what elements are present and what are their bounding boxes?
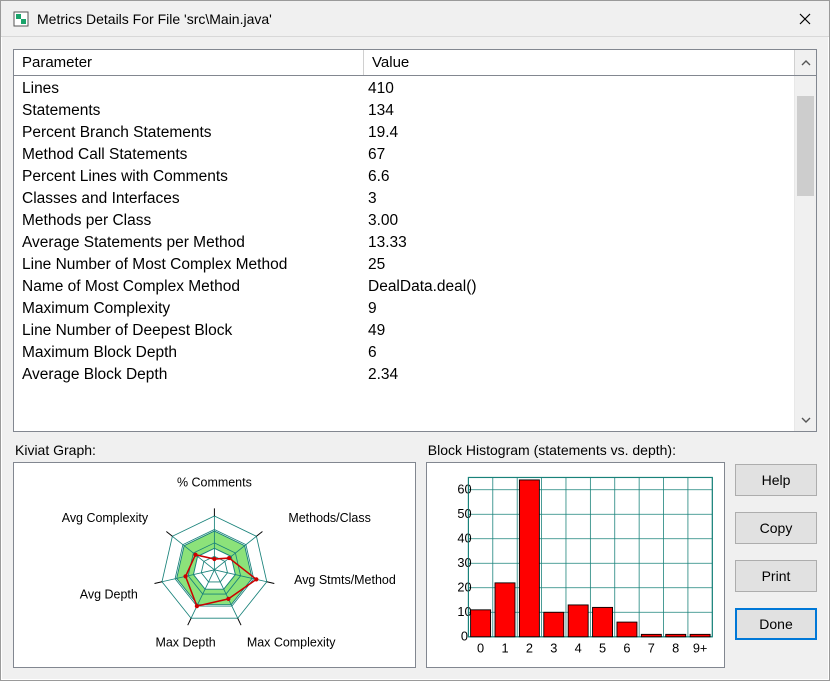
svg-text:60: 60	[457, 482, 471, 497]
svg-text:8: 8	[672, 641, 679, 656]
window: Metrics Details For File 'src\Main.java'…	[0, 0, 830, 681]
cell-parameter: Line Number of Deepest Block	[14, 320, 364, 342]
window-close-button[interactable]	[783, 4, 827, 34]
svg-text:9+: 9+	[693, 641, 708, 656]
column-header-value[interactable]: Value	[364, 50, 794, 75]
cell-parameter: Maximum Block Depth	[14, 342, 364, 364]
svg-text:4: 4	[574, 641, 581, 656]
table-row[interactable]: Method Call Statements67	[14, 144, 794, 166]
table-row[interactable]: Percent Lines with Comments6.6	[14, 166, 794, 188]
cell-parameter: Percent Branch Statements	[14, 122, 364, 144]
lower-panels: Kiviat Graph: % Comments Methods/Class Avg…	[13, 440, 817, 668]
cell-value: 19.4	[364, 122, 794, 144]
table-row[interactable]: Lines410	[14, 78, 794, 100]
table-row[interactable]: Percent Branch Statements19.4	[14, 122, 794, 144]
window-title: Metrics Details For File 'src\Main.java'	[37, 11, 783, 27]
table-row[interactable]: Classes and Interfaces3	[14, 188, 794, 210]
titlebar: Metrics Details For File 'src\Main.java'	[1, 1, 829, 37]
table-row[interactable]: Name of Most Complex MethodDealData.deal…	[14, 276, 794, 298]
vertical-scrollbar[interactable]	[794, 76, 816, 431]
side-buttons: Help Copy Print Done	[735, 440, 817, 668]
svg-text:Max Complexity: Max Complexity	[247, 636, 336, 650]
table-header: Parameter Value	[14, 50, 816, 76]
close-icon	[799, 13, 811, 25]
kiviat-label: Kiviat Graph:	[15, 442, 416, 458]
svg-text:50: 50	[457, 506, 471, 521]
cell-value: DealData.deal()	[364, 276, 794, 298]
table-body: Lines410Statements134Percent Branch Stat…	[14, 76, 794, 431]
svg-text:% Comments: % Comments	[177, 475, 252, 489]
histogram-label: Block Histogram (statements vs. depth):	[428, 442, 725, 458]
table-row[interactable]: Maximum Complexity9	[14, 298, 794, 320]
column-header-parameter[interactable]: Parameter	[14, 50, 364, 75]
table-row[interactable]: Methods per Class3.00	[14, 210, 794, 232]
cell-value: 410	[364, 78, 794, 100]
svg-text:7: 7	[648, 641, 655, 656]
cell-value: 6	[364, 342, 794, 364]
kiviat-panel: % Comments Methods/Class Avg Stmts/Method M…	[13, 462, 416, 668]
svg-text:0: 0	[461, 629, 468, 644]
svg-text:5: 5	[599, 641, 606, 656]
svg-text:2: 2	[526, 641, 533, 656]
svg-text:3: 3	[550, 641, 557, 656]
cell-value: 9	[364, 298, 794, 320]
cell-value: 25	[364, 254, 794, 276]
cell-value: 67	[364, 144, 794, 166]
cell-parameter: Percent Lines with Comments	[14, 166, 364, 188]
histogram-panel: 0 10 20 30 40 50 60 0 1 2 3 4 5 6 7 8 9+	[426, 462, 725, 668]
svg-text:0: 0	[477, 641, 484, 656]
cell-value: 49	[364, 320, 794, 342]
print-button[interactable]: Print	[735, 560, 817, 592]
table-row[interactable]: Line Number of Most Complex Method25	[14, 254, 794, 276]
svg-text:Avg Complexity: Avg Complexity	[62, 511, 149, 525]
table-row[interactable]: Maximum Block Depth6	[14, 342, 794, 364]
cell-parameter: Methods per Class	[14, 210, 364, 232]
svg-text:Max Depth: Max Depth	[155, 636, 215, 650]
cell-parameter: Classes and Interfaces	[14, 188, 364, 210]
svg-text:30: 30	[457, 555, 471, 570]
cell-value: 6.6	[364, 166, 794, 188]
done-button[interactable]: Done	[735, 608, 817, 640]
kiviat-group: Kiviat Graph: % Comments Methods/Class Avg…	[13, 440, 416, 668]
cell-parameter: Maximum Complexity	[14, 298, 364, 320]
table-row[interactable]: Average Block Depth2.34	[14, 364, 794, 386]
help-button[interactable]: Help	[735, 464, 817, 496]
cell-parameter: Average Statements per Method	[14, 232, 364, 254]
chevron-up-icon	[801, 58, 811, 68]
cell-value: 3.00	[364, 210, 794, 232]
svg-text:Methods/Class: Methods/Class	[288, 511, 370, 525]
scroll-up-button[interactable]	[794, 50, 816, 75]
histogram-group: Block Histogram (statements vs. depth): …	[426, 440, 725, 668]
svg-text:Avg Depth: Avg Depth	[80, 588, 138, 602]
app-icon	[13, 11, 29, 27]
cell-value: 13.33	[364, 232, 794, 254]
scroll-down-button[interactable]	[795, 409, 816, 431]
table-row[interactable]: Average Statements per Method13.33	[14, 232, 794, 254]
svg-text:6: 6	[623, 641, 630, 656]
svg-text:1: 1	[501, 641, 508, 656]
cell-parameter: Method Call Statements	[14, 144, 364, 166]
svg-text:20: 20	[457, 580, 471, 595]
cell-parameter: Statements	[14, 100, 364, 122]
cell-parameter: Name of Most Complex Method	[14, 276, 364, 298]
svg-text:40: 40	[457, 531, 471, 546]
table-row[interactable]: Line Number of Deepest Block49	[14, 320, 794, 342]
cell-value: 2.34	[364, 364, 794, 386]
metrics-table: Parameter Value Lines410Statements134Per…	[13, 49, 817, 432]
svg-text:Avg Stmts/Method: Avg Stmts/Method	[294, 573, 396, 587]
svg-text:10: 10	[457, 604, 471, 619]
cell-parameter: Average Block Depth	[14, 364, 364, 386]
cell-value: 3	[364, 188, 794, 210]
chevron-down-icon	[801, 415, 811, 425]
kiviat-chart: % Comments Methods/Class Avg Stmts/Method M…	[20, 469, 409, 661]
cell-parameter: Lines	[14, 78, 364, 100]
client-area: Parameter Value Lines410Statements134Per…	[1, 37, 829, 680]
histogram-chart: 0 10 20 30 40 50 60 0 1 2 3 4 5 6 7 8 9+	[433, 469, 718, 661]
cell-value: 134	[364, 100, 794, 122]
table-row[interactable]: Statements134	[14, 100, 794, 122]
cell-parameter: Line Number of Most Complex Method	[14, 254, 364, 276]
copy-button[interactable]: Copy	[735, 512, 817, 544]
scrollbar-thumb[interactable]	[797, 96, 814, 196]
